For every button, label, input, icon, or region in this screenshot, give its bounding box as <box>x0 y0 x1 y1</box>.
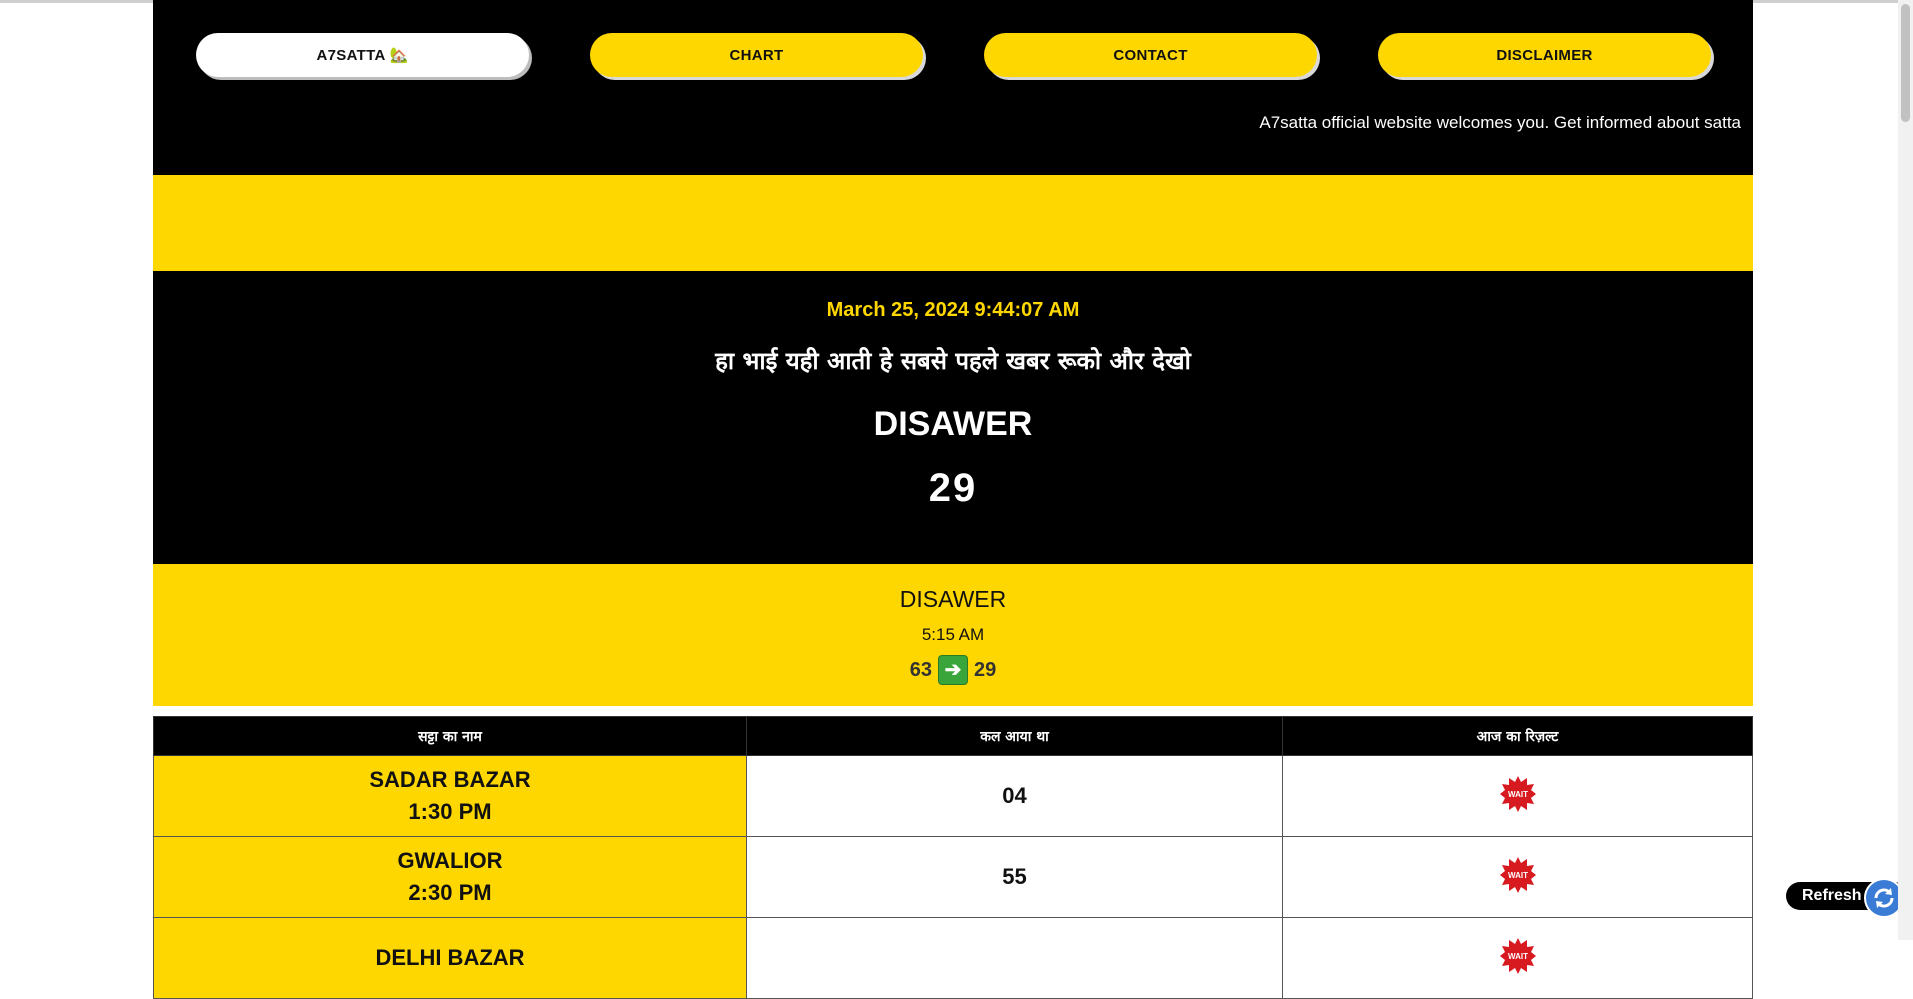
live-result-number: 29 <box>928 466 978 510</box>
yesterday-result: 55 <box>746 836 1283 918</box>
page-scrollbar[interactable] <box>1898 0 1913 940</box>
col-header-yesterday: कल आया था <box>746 716 1283 756</box>
nav-contact-button[interactable]: CONTACT <box>984 33 1317 77</box>
wait-badge-icon: WAIT <box>1499 937 1537 975</box>
summary-previous-number: 63 <box>909 658 932 681</box>
table-header-row: सट्टा का नाम कल आया था आज का रिज़ल्ट <box>153 716 1753 756</box>
summary-current-number: 29 <box>974 658 997 681</box>
col-header-today: आज का रिज़ल्ट <box>1282 716 1753 756</box>
welcome-marquee: A7satta official website welcomes you. G… <box>1259 113 1741 132</box>
game-time: 2:30 PM <box>408 880 492 905</box>
svg-text:WAIT: WAIT <box>1508 790 1528 799</box>
game-time: 1:30 PM <box>408 799 492 824</box>
nav-home-button[interactable]: A7SATTA 🏡 <box>196 33 529 77</box>
wait-badge-icon: WAIT <box>1499 856 1537 894</box>
svg-text:WAIT: WAIT <box>1508 871 1528 880</box>
today-result-cell: WAIT <box>1282 755 1753 837</box>
yesterday-result: 04 <box>746 755 1283 837</box>
table-row: SADAR BAZAR 1:30 PM 04 WAIT <box>153 755 1753 837</box>
right-arrow-icon: ➔ <box>938 655 968 685</box>
game-name: GWALIOR <box>397 848 503 873</box>
wait-badge-icon: WAIT <box>1499 775 1537 813</box>
table-row: GWALIOR 2:30 PM 55 WAIT <box>153 836 1753 918</box>
summary-game-name: DISAWER <box>899 586 1007 612</box>
game-name-cell: GWALIOR 2:30 PM <box>153 836 747 918</box>
game-name: SADAR BAZAR <box>369 767 531 792</box>
live-hindi-text: हा भाई यही आती हे सबसे पहले खबर रूको और … <box>715 347 1191 375</box>
page-container: A7SATTA 🏡 CHART CONTACT DISCLAIMER A7sat… <box>153 0 1753 999</box>
summary-numbers: 63 ➔ 29 <box>153 655 1753 685</box>
results-table: सट्टा का नाम कल आया था आज का रिज़ल्ट SAD… <box>153 716 1753 999</box>
live-game-name: DISAWER <box>873 405 1033 443</box>
col-header-name: सट्टा का नाम <box>153 716 747 756</box>
yesterday-result <box>746 917 1283 999</box>
today-result-cell: WAIT <box>1282 917 1753 999</box>
summary-game-time: 5:15 AM <box>921 625 985 644</box>
game-name-cell: DELHI BAZAR <box>153 917 747 999</box>
game-summary-box: DISAWER 5:15 AM 63 ➔ 29 <box>153 564 1753 706</box>
svg-text:WAIT: WAIT <box>1508 952 1528 961</box>
scrollbar-thumb[interactable] <box>1901 4 1910 122</box>
live-datetime: March 25, 2024 9:44:07 AM <box>826 299 1080 321</box>
today-result-cell: WAIT <box>1282 836 1753 918</box>
game-name: DELHI BAZAR <box>375 945 525 970</box>
table-row: DELHI BAZAR WAIT <box>153 917 1753 999</box>
ad-banner <box>153 175 1753 271</box>
nav-disclaimer-button[interactable]: DISCLAIMER <box>1378 33 1711 77</box>
nav-chart-button[interactable]: CHART <box>590 33 923 77</box>
live-result-box: March 25, 2024 9:44:07 AM हा भाई यही आती… <box>153 271 1753 564</box>
game-name-cell: SADAR BAZAR 1:30 PM <box>153 755 747 837</box>
header: A7SATTA 🏡 CHART CONTACT DISCLAIMER A7sat… <box>153 0 1753 175</box>
